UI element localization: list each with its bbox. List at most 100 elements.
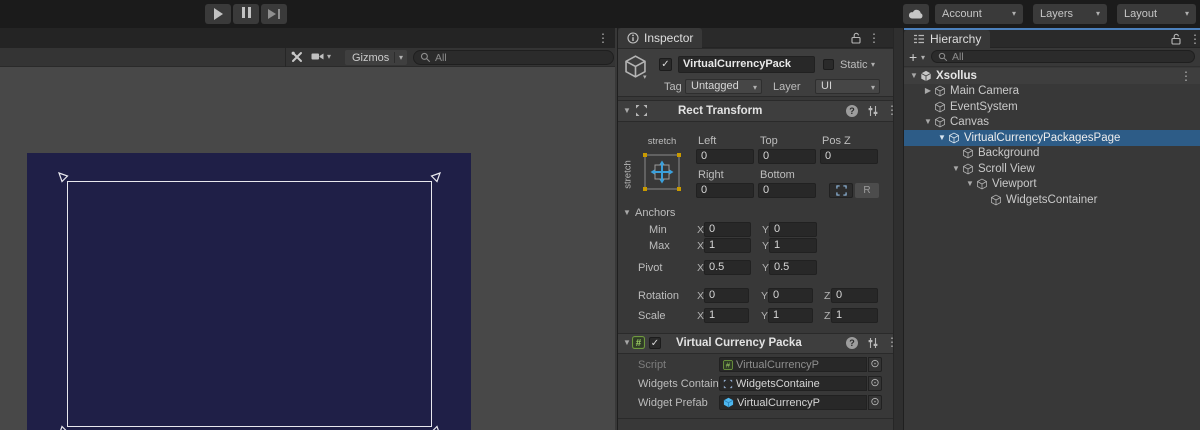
anchor-handle-icon[interactable] [57,424,70,430]
anchor-min-y-field[interactable]: 0 [769,222,817,237]
component-menu-kebab-icon[interactable]: ⋮ [886,336,893,348]
inspector-scrollbar[interactable] [893,28,903,430]
anchor-handle-icon[interactable] [429,424,442,430]
hierarchy-item-viewport[interactable]: ▼ Viewport [904,177,1200,193]
pivot-x-field[interactable]: 0.5 [704,260,751,275]
object-picker-icon[interactable]: ⊙ [868,395,882,410]
hierarchy-item-canvas[interactable]: ▼ Canvas [904,115,1200,131]
create-plus-icon[interactable]: + [909,49,917,65]
foldout-icon[interactable]: ▼ [908,72,920,80]
account-dropdown[interactable]: Account ▾ [935,4,1023,24]
object-picker-icon[interactable]: ⊙ [868,357,882,372]
anchor-preset-button[interactable] [638,148,686,196]
tag-dropdown[interactable]: Untagged▾ [685,79,762,94]
camera-settings-button[interactable]: ▾ [311,51,331,62]
hierarchy-search-input[interactable]: All [931,50,1195,63]
hierarchy-scene-row[interactable]: ▼ Xsollus ⋮ [904,68,1200,84]
foldout-icon[interactable]: ▼ [922,118,934,126]
play-button[interactable] [205,4,231,24]
posz-field[interactable]: 0 [820,149,878,164]
foldout-icon[interactable]: ▼ [964,180,976,188]
scene-search-input[interactable]: All [413,50,614,65]
static-dropdown-icon[interactable]: ▾ [871,61,875,69]
tab-inspector[interactable]: Inspector [618,28,702,48]
pause-button[interactable] [233,4,259,24]
gameobject-cube-icon [962,163,974,175]
gameobject-cube-icon [976,178,988,190]
scene-menu-kebab-icon[interactable]: ⋮ [597,32,609,44]
tab-hierarchy[interactable]: Hierarchy [904,30,990,48]
rotation-x-field[interactable]: 0 [704,288,749,303]
gameobject-active-checkbox[interactable] [659,58,672,71]
layer-dropdown[interactable]: UI▾ [815,79,880,94]
static-checkbox[interactable] [823,59,834,70]
anchor-min-x-field[interactable]: 0 [704,222,751,237]
widget-prefab-object-field[interactable]: VirtualCurrencyP [719,395,867,410]
lock-icon[interactable] [851,32,861,44]
pivot-y-field[interactable]: 0.5 [769,260,817,275]
widget-prefab-label: Widget Prefab [638,397,708,409]
rect-transform-title: Rect Transform [678,105,762,117]
hierarchy-menu-kebab-icon[interactable]: ⋮ [1189,33,1200,45]
hierarchy-item-virtualcurrencypackagespage[interactable]: ▼ VirtualCurrencyPackagesPage [904,130,1200,146]
scene-kebab-icon[interactable]: ⋮ [1180,70,1192,82]
inspector-panel: Inspector ⋮ ▾ VirtualCurrencyPack Static… [617,28,893,430]
hierarchy-item-eventsystem[interactable]: EventSystem [904,99,1200,115]
foldout-icon[interactable]: ▼ [950,165,962,173]
presets-icon[interactable] [867,337,879,349]
right-field[interactable]: 0 [696,183,754,198]
hierarchy-item-background[interactable]: Background [904,146,1200,162]
tool-settings-icon[interactable] [290,50,304,67]
scale-x-field[interactable]: 1 [704,308,749,323]
component-menu-kebab-icon[interactable]: ⋮ [886,104,893,116]
account-label: Account [942,8,982,20]
raw-edit-mode-button[interactable]: R [855,183,879,198]
component-enabled-checkbox[interactable] [649,337,661,349]
left-field[interactable]: 0 [696,149,754,164]
step-button[interactable] [261,4,287,24]
anchor-stretch-top-label: stretch [638,136,686,147]
scale-y-field[interactable]: 1 [768,308,813,323]
hierarchy-item-scroll-view[interactable]: ▼ Scroll View [904,161,1200,177]
foldout-icon[interactable]: ▼ [623,209,631,217]
hierarchy-item-main-camera[interactable]: ▶ Main Camera [904,84,1200,100]
bottom-field[interactable]: 0 [758,183,816,198]
gameobject-icon-dropdown[interactable]: ▾ [643,74,647,81]
object-picker-icon[interactable]: ⊙ [868,376,882,391]
presets-icon[interactable] [867,105,879,117]
anchor-handle-icon[interactable] [57,171,70,184]
blueprint-icon [836,185,847,196]
foldout-icon[interactable]: ▼ [623,107,631,115]
inspector-menu-kebab-icon[interactable]: ⋮ [868,32,880,44]
ui-canvas-background [27,153,471,430]
rect-transform-gizmo[interactable] [67,181,432,427]
help-icon[interactable]: ? [846,105,858,117]
chevron-down-icon: ▾ [327,53,331,61]
layers-dropdown[interactable]: Layers ▾ [1033,4,1107,24]
max-label: Max [649,240,670,252]
layout-dropdown[interactable]: Layout ▾ [1117,4,1196,24]
foldout-icon[interactable]: ▶ [922,87,934,95]
help-icon[interactable]: ? [846,337,858,349]
rotation-y-field[interactable]: 0 [768,288,813,303]
blueprint-mode-button[interactable] [829,183,853,198]
gizmos-dropdown[interactable]: Gizmos ▾ [345,50,407,65]
gameobject-name-field[interactable]: VirtualCurrencyPack [678,56,815,73]
anchor-max-y-field[interactable]: 1 [769,238,817,253]
chevron-down-icon: ▾ [399,54,403,62]
layout-label: Layout [1124,8,1157,20]
cloud-services-button[interactable] [903,4,929,24]
anchor-handle-icon[interactable] [429,171,442,184]
rotation-z-field[interactable]: 0 [831,288,878,303]
scene-viewport[interactable] [0,67,615,430]
widgets-container-object-field[interactable]: WidgetsContaine [719,376,867,391]
hierarchy-item-widgetscontainer[interactable]: WidgetsContainer [904,192,1200,208]
scale-z-field[interactable]: 1 [831,308,878,323]
top-field[interactable]: 0 [758,149,816,164]
foldout-icon[interactable]: ▼ [623,339,631,347]
create-dropdown-icon[interactable]: ▾ [921,54,925,62]
script-object-field[interactable]: # VirtualCurrencyP [719,357,867,372]
anchor-max-x-field[interactable]: 1 [704,238,751,253]
foldout-icon[interactable]: ▼ [936,134,948,142]
lock-icon[interactable] [1171,33,1181,45]
